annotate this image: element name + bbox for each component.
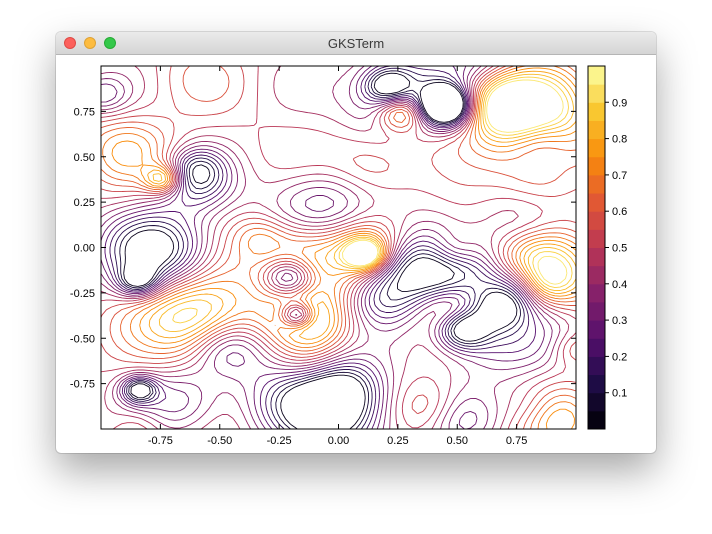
colorbar-band bbox=[588, 301, 605, 321]
x-tick-label: -0.75 bbox=[148, 435, 173, 447]
x-axis: -0.75 -0.50 -0.25 0.00 0.25 0.50 0.75 bbox=[148, 66, 527, 447]
colorbar-band bbox=[588, 211, 605, 230]
y-tick-label: 0.75 bbox=[74, 106, 95, 118]
colorbar-band bbox=[588, 410, 605, 430]
colorbar-tick-label: 0.1 bbox=[612, 388, 627, 400]
x-tick-label: 0.25 bbox=[387, 435, 408, 447]
colorbar-band bbox=[588, 265, 605, 285]
colorbar-band bbox=[588, 392, 605, 412]
colorbar: 0.1 0.2 0.3 0.4 0.5 0.6 0.7 0.8 0.9 bbox=[587, 65, 627, 430]
y-tick-label: 0.50 bbox=[74, 152, 95, 164]
y-tick-label: 0.00 bbox=[74, 243, 95, 255]
colorbar-tick-label: 0.7 bbox=[612, 170, 627, 182]
colorbar-band bbox=[588, 102, 605, 121]
colorbar-band bbox=[588, 66, 605, 85]
colorbar-band bbox=[588, 84, 605, 103]
colorbar-band bbox=[588, 229, 605, 248]
title-bar[interactable]: GKSTerm bbox=[56, 32, 656, 55]
y-tick-label: -0.75 bbox=[70, 379, 95, 391]
colorbar-band bbox=[588, 374, 605, 394]
colorbar-tick-label: 0.3 bbox=[612, 315, 627, 327]
colorbar-band bbox=[588, 320, 605, 339]
colorbar-band bbox=[588, 138, 605, 158]
y-tick-label: 0.25 bbox=[74, 197, 95, 209]
window-title: GKSTerm bbox=[327, 36, 385, 51]
colorbar-band bbox=[588, 120, 605, 140]
gksterm-window: GKSTerm -0.75 -0.50 -0.25 0.00 0.25 0.50 0.75 … bbox=[56, 32, 656, 453]
x-tick-label: 0.50 bbox=[447, 435, 468, 447]
colorbar-band bbox=[588, 174, 605, 194]
contour-plot: -0.75 -0.50 -0.25 0.00 0.25 0.50 0.75 0.750.50… bbox=[70, 65, 627, 447]
contour-level-18 bbox=[172, 76, 573, 324]
colorbar-band bbox=[588, 247, 605, 267]
colorbar-band bbox=[588, 356, 605, 376]
colorbar-tick-label: 0.6 bbox=[612, 206, 627, 218]
colorbar-band bbox=[588, 283, 605, 303]
x-tick-label: -0.50 bbox=[207, 435, 232, 447]
y-tick-label: -0.25 bbox=[70, 288, 95, 300]
colorbar-tick-label: 0.5 bbox=[612, 243, 627, 255]
colorbar-tick-label: 0.2 bbox=[612, 351, 627, 363]
contour-level-8 bbox=[100, 65, 561, 430]
contour-level-6 bbox=[100, 65, 545, 430]
colorbar-band bbox=[588, 193, 605, 212]
colorbar-tick-label: 0.4 bbox=[612, 279, 627, 291]
y-tick-label: -0.50 bbox=[70, 333, 95, 345]
contour-lines bbox=[100, 65, 577, 430]
colorbar-band bbox=[588, 156, 605, 176]
x-tick-label: 0.75 bbox=[506, 435, 527, 447]
colorbar-tick-label: 0.8 bbox=[612, 134, 627, 146]
x-tick-label: -0.25 bbox=[267, 435, 292, 447]
x-tick-label: 0.00 bbox=[328, 435, 349, 447]
colorbar-band bbox=[588, 338, 605, 357]
colorbar-tick-label: 0.9 bbox=[612, 97, 627, 109]
